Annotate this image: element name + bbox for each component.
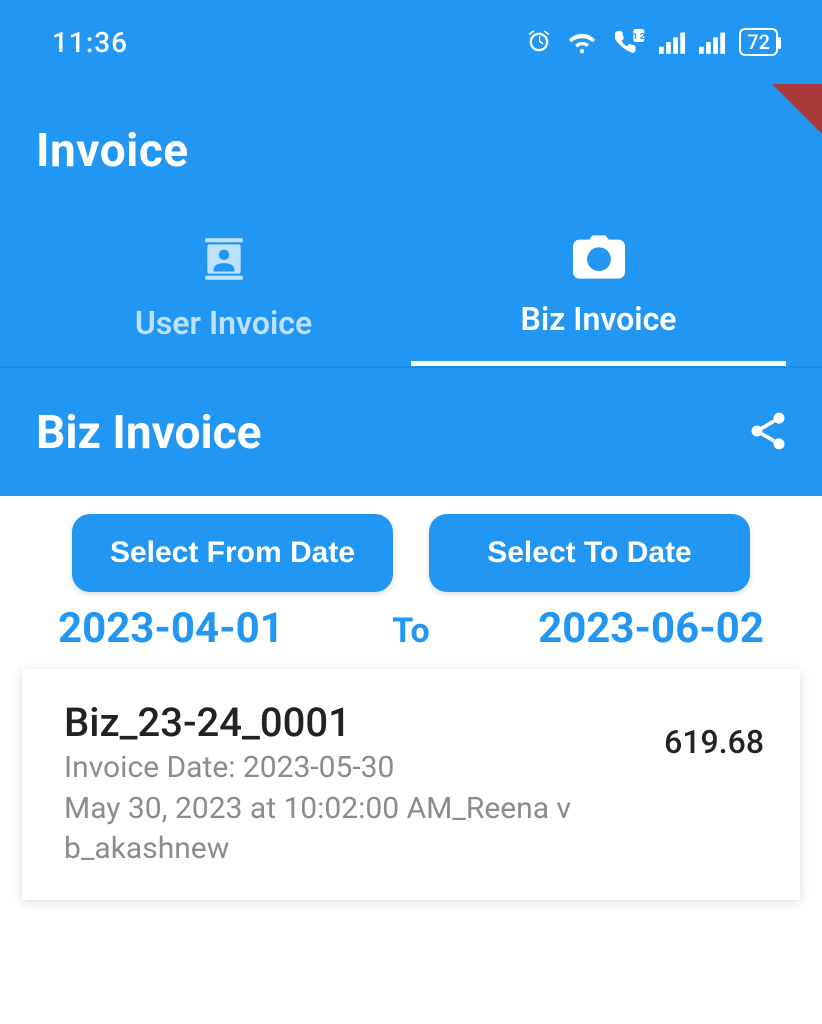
volte-icon: 1 2: [611, 29, 645, 55]
app-header: Invoice User Invoice Biz Invoice: [0, 84, 822, 366]
invoice-date-line: Invoice Date: 2023-05-30: [64, 748, 644, 789]
from-date-value: 2023-04-01: [58, 604, 284, 653]
alarm-icon: [525, 28, 553, 56]
invoice-card[interactable]: Biz_23-24_0001 Invoice Date: 2023-05-30 …: [22, 669, 800, 900]
signal-1-icon: [659, 30, 685, 54]
date-range-display: 2023-04-01 To 2023-06-02: [56, 604, 766, 653]
tab-user-invoice[interactable]: User Invoice: [36, 226, 411, 366]
status-bar: 11:36 1 2 72: [0, 0, 822, 84]
invoice-amount: 619.68: [664, 699, 764, 870]
tab-label: Biz Invoice: [521, 300, 677, 338]
page-title: Invoice: [36, 124, 786, 178]
tab-biz-invoice[interactable]: Biz Invoice: [411, 226, 786, 366]
invoice-detail-line: May 30, 2023 at 10:02:00 AM_Reena v b_ak…: [64, 789, 644, 870]
to-date-value: 2023-06-02: [538, 604, 764, 653]
camera-icon: [573, 234, 625, 280]
date-filter: Select From Date Select To Date 2023-04-…: [0, 496, 822, 653]
section-header: Biz Invoice: [0, 366, 822, 496]
battery-indicator: 72: [739, 28, 778, 56]
signal-2-icon: [699, 30, 725, 54]
share-icon[interactable]: [746, 409, 790, 457]
section-title: Biz Invoice: [36, 406, 262, 460]
status-icons: 1 2 72: [525, 28, 778, 56]
clock: 11:36: [52, 26, 128, 59]
invoice-id: Biz_23-24_0001: [64, 699, 644, 746]
select-to-date-button[interactable]: Select To Date: [429, 514, 750, 592]
select-from-date-button[interactable]: Select From Date: [72, 514, 393, 592]
tab-label: User Invoice: [135, 304, 312, 342]
tab-bar: User Invoice Biz Invoice: [36, 226, 786, 366]
contact-card-icon: [199, 234, 249, 284]
invoice-list: Biz_23-24_0001 Invoice Date: 2023-05-30 …: [0, 653, 822, 900]
corner-ribbon: [772, 84, 822, 134]
wifi-icon: [567, 29, 597, 55]
svg-text:1 2: 1 2: [633, 32, 645, 42]
date-range-separator: To: [392, 611, 429, 651]
